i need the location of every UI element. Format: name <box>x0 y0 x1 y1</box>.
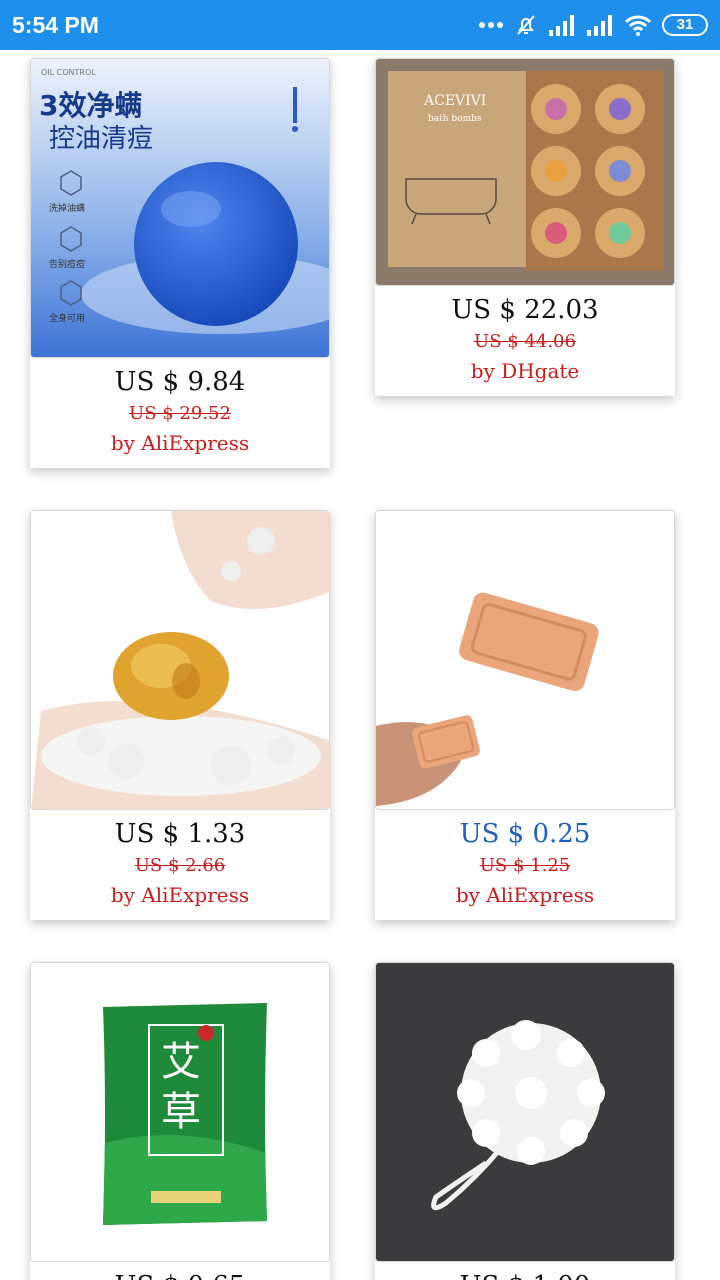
product-card[interactable]: US $ 1.00 <box>375 962 675 1280</box>
product-card[interactable]: US $ 1.33 US $ 2.66 by AliExpress <box>30 510 330 920</box>
soap-feature-2: 告别痘痘 <box>49 258 85 270</box>
herb-text-1: 艾 <box>161 1039 201 1085</box>
product-price: US $ 0.25 <box>459 819 591 849</box>
product-image[interactable]: 艾 草 <box>30 962 330 1262</box>
product-price: US $ 22.03 <box>451 295 599 325</box>
more-dots-icon <box>478 21 504 29</box>
herb-text-2: 草 <box>161 1089 201 1135</box>
soap-tag-text: OIL CONTROL <box>41 68 96 77</box>
product-price: US $ 9.84 <box>114 367 246 397</box>
mute-bell-icon <box>514 13 538 37</box>
product-seller: by AliExpress <box>455 883 595 907</box>
wifi-icon <box>624 14 652 36</box>
product-old-price: US $ 29.52 <box>129 403 231 424</box>
bathbomb-brand-text: ACEVIVI <box>423 93 486 109</box>
product-price: US $ 1.00 <box>375 1268 675 1280</box>
product-card[interactable]: ACEVIVI bath bombs US $ 22.03 US $ 44.06… <box>375 58 675 396</box>
product-image[interactable]: ACEVIVI bath bombs <box>375 58 675 286</box>
product-card[interactable]: OIL CONTROL 3效净螨 控油清痘 洗掉油螨 告别痘痘 全身可用 US … <box>30 58 330 468</box>
status-bar: 5:54 PM 31 <box>0 0 720 50</box>
signal-icon-1 <box>548 14 576 36</box>
soap-heading-1: 3效净螨 <box>39 89 142 122</box>
product-old-price: US $ 2.66 <box>134 855 226 876</box>
status-icons: 31 <box>478 13 708 37</box>
soap-feature-3: 全身可用 <box>49 312 85 324</box>
product-card[interactable]: 艾 草 US $ 0.65 <box>30 962 330 1280</box>
product-seller: by DHgate <box>470 359 580 383</box>
product-seller: by AliExpress <box>110 883 250 907</box>
soap-feature-1: 洗掉油螨 <box>49 202 85 214</box>
product-card[interactable]: US $ 0.25 US $ 1.25 by AliExpress <box>375 510 675 920</box>
product-grid[interactable]: OIL CONTROL 3效净螨 控油清痘 洗掉油螨 告别痘痘 全身可用 US … <box>0 50 720 1280</box>
product-image[interactable] <box>30 510 330 810</box>
battery-icon: 31 <box>662 14 708 36</box>
product-image[interactable] <box>375 510 675 810</box>
bathbomb-sub-text: bath bombs <box>428 114 482 124</box>
signal-icon-2 <box>586 14 614 36</box>
product-old-price: US $ 1.25 <box>479 855 571 876</box>
product-image[interactable] <box>375 962 675 1262</box>
product-seller: by AliExpress <box>110 431 250 455</box>
product-price: US $ 0.65 <box>30 1268 330 1280</box>
soap-heading-2: 控油清痘 <box>49 124 153 154</box>
product-image[interactable]: OIL CONTROL 3效净螨 控油清痘 洗掉油螨 告别痘痘 全身可用 <box>30 58 330 358</box>
status-time: 5:54 PM <box>12 12 99 38</box>
product-old-price: US $ 44.06 <box>474 331 576 352</box>
product-price: US $ 1.33 <box>114 819 246 849</box>
